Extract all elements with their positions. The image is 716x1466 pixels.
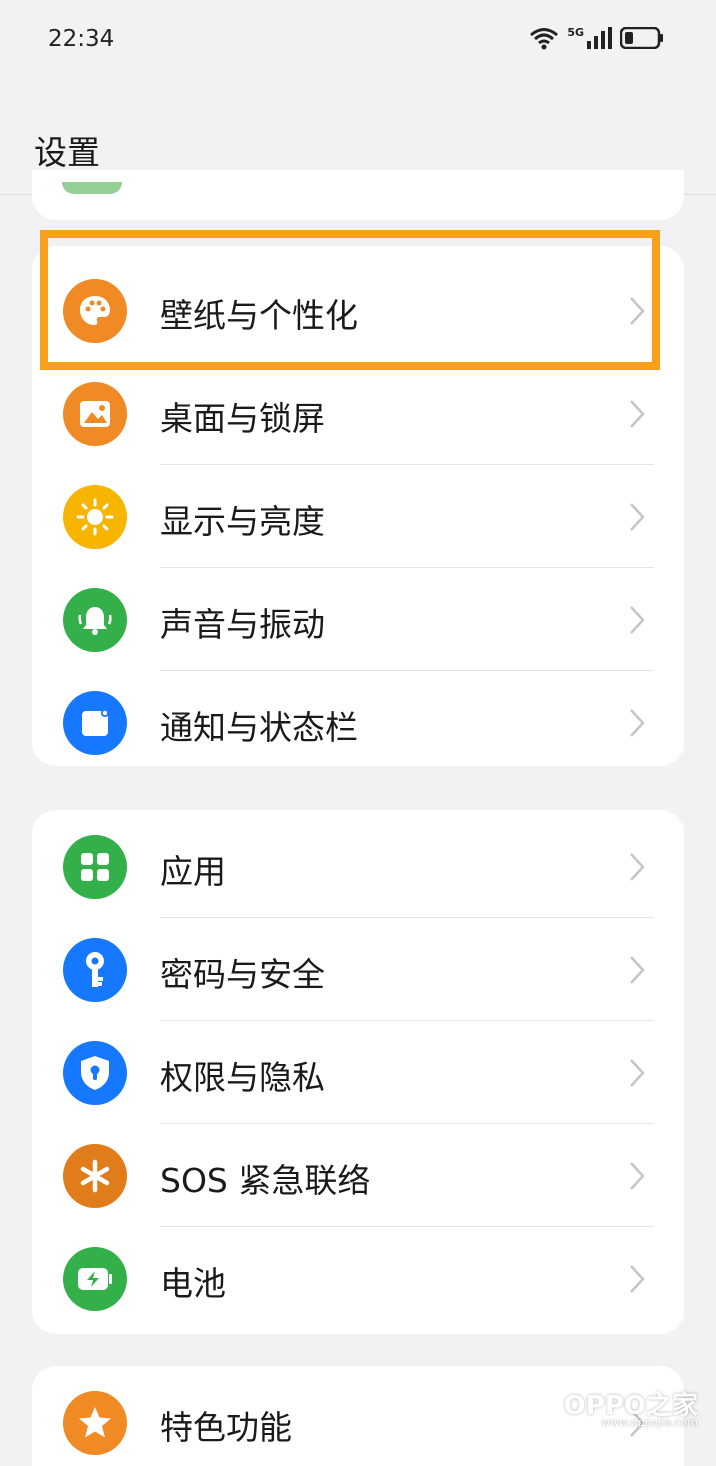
chevron-right-icon: [630, 503, 645, 531]
chevron-right-icon: [630, 709, 645, 737]
settings-item-desktop-lockscreen[interactable]: 桌面与锁屏: [32, 362, 684, 465]
image-icon: [63, 382, 127, 446]
settings-item-label: 电池: [160, 1264, 226, 1303]
settings-item-sound-vibration[interactable]: 声音与振动: [32, 568, 684, 671]
chevron-right-icon: [630, 606, 645, 634]
settings-item-display-brightness[interactable]: 显示与亮度: [32, 465, 684, 568]
chevron-right-icon: [630, 1162, 645, 1190]
watermark-url: www.oppojia.com: [601, 1416, 698, 1429]
battery-status-icon: [620, 27, 663, 49]
palette-icon: [63, 279, 127, 343]
settings-item-apps[interactable]: 应用: [32, 815, 684, 918]
network-type-label: 5G: [567, 25, 584, 39]
settings-item-label: 权限与隐私: [160, 1058, 325, 1097]
chevron-right-icon: [630, 1265, 645, 1293]
settings-card-apps-security: 应用 密码与安全 权限与隐私 SOS 紧急联络 电池: [32, 810, 684, 1334]
settings-item-label: SOS 紧急联络: [160, 1161, 371, 1200]
settings-item-label: 桌面与锁屏: [160, 399, 325, 438]
key-icon: [63, 938, 127, 1002]
house-logo-icon: [515, 1381, 555, 1425]
chevron-right-icon: [630, 956, 645, 984]
notification-icon: [63, 691, 127, 755]
apps-grid-icon: [63, 835, 127, 899]
battery-icon: [63, 1247, 127, 1311]
asterisk-icon: [63, 1144, 127, 1208]
settings-item-sos-emergency[interactable]: SOS 紧急联络: [32, 1124, 684, 1227]
settings-item-label: 特色功能: [160, 1408, 292, 1447]
chevron-right-icon: [630, 400, 645, 428]
settings-item-label: 应用: [160, 852, 226, 891]
chevron-right-icon: [630, 1059, 645, 1087]
chevron-right-icon: [630, 853, 645, 881]
chevron-right-icon: [630, 297, 645, 325]
settings-card-personalization: 壁纸与个性化 桌面与锁屏 显示与亮度 声音与振动 通知与状态栏: [32, 246, 684, 766]
settings-item-wallpaper[interactable]: 壁纸与个性化: [32, 259, 684, 362]
previous-item-icon-edge: [62, 182, 122, 194]
wifi-icon: [530, 28, 559, 50]
settings-item-label: 密码与安全: [160, 955, 325, 994]
settings-item-label: 显示与亮度: [160, 502, 325, 541]
settings-item-label: 声音与振动: [160, 605, 325, 644]
status-icons: 5G: [529, 26, 664, 50]
star-icon: [63, 1391, 127, 1455]
settings-item-password-security[interactable]: 密码与安全: [32, 918, 684, 1021]
status-bar: 22:34 5G: [0, 0, 716, 84]
previous-card-bottom: [32, 170, 684, 220]
settings-item-label: 壁纸与个性化: [160, 296, 358, 335]
settings-item-permissions-privacy[interactable]: 权限与隐私: [32, 1021, 684, 1124]
settings-item-battery[interactable]: 电池: [32, 1227, 684, 1330]
page-title: 设置: [34, 133, 100, 172]
shield-lock-icon: [63, 1041, 127, 1105]
settings-item-label: 通知与状态栏: [160, 708, 358, 747]
bell-icon: [63, 588, 127, 652]
settings-item-notification-statusbar[interactable]: 通知与状态栏: [32, 671, 684, 766]
signal-icon: [587, 27, 612, 49]
sun-icon: [63, 485, 127, 549]
status-time: 22:34: [48, 26, 115, 52]
